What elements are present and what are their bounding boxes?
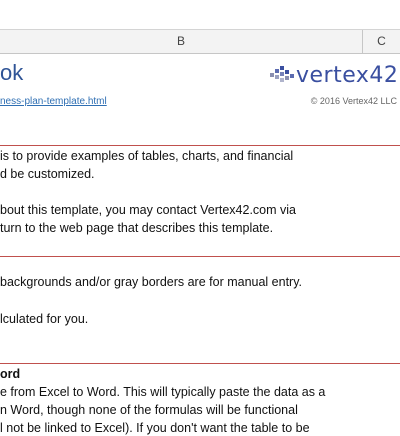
divider xyxy=(0,145,400,146)
vertex42-mark-icon xyxy=(270,66,294,82)
sheet-title: ok xyxy=(0,60,24,85)
paragraph-line: e from Excel to Word. This will typicall… xyxy=(0,385,326,399)
vertex42-logo: vertex42 xyxy=(268,60,398,90)
column-header-c[interactable]: C xyxy=(363,30,400,54)
paragraph-line: d be customized. xyxy=(0,167,95,181)
paragraph-line: bout this template, you may contact Vert… xyxy=(0,203,296,217)
copyright-text: © 2016 Vertex42 LLC xyxy=(310,96,397,106)
paragraph-line: l not be linked to Excel). If you don't … xyxy=(0,421,310,435)
logo-text: vertex42 xyxy=(296,62,399,88)
divider xyxy=(0,256,400,257)
paragraph-line: lculated for you. xyxy=(0,312,89,326)
formula-bar[interactable] xyxy=(0,0,400,30)
section-heading: ord xyxy=(0,367,21,381)
paragraph-line: is to provide examples of tables, charts… xyxy=(0,149,294,163)
paragraph-line: n Word, though none of the formulas will… xyxy=(0,403,298,417)
paragraph-line: turn to the web page that describes this… xyxy=(0,221,274,235)
column-header-b[interactable]: B xyxy=(0,30,363,54)
divider xyxy=(0,363,400,364)
template-link[interactable]: ness-plan-template.html xyxy=(0,96,107,107)
paragraph-line: backgrounds and/or gray borders are for … xyxy=(0,275,303,289)
